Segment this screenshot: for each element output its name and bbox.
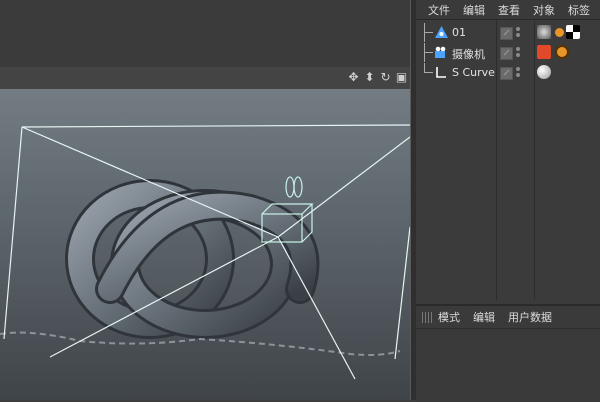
menu-objects[interactable]: 对象 [533, 2, 555, 18]
viewport-top-area [0, 0, 410, 68]
menu-edit[interactable]: 编辑 [473, 309, 495, 325]
camera-icon [435, 46, 446, 58]
visibility-toggle[interactable] [500, 27, 513, 40]
viewport-scene [0, 124, 410, 380]
object-list: 01 摄像机 S Curve [416, 20, 600, 300]
viewport-header: ✥ ⬍ ↻ ▣ [0, 67, 410, 89]
object-name: S Curve [452, 66, 495, 79]
menu-edit[interactable]: 编辑 [463, 2, 485, 18]
menu-user-data[interactable]: 用户数据 [508, 309, 552, 325]
sphere-material-tag-icon[interactable] [537, 65, 551, 79]
object-row[interactable]: 摄像机 [416, 43, 600, 62]
menu-tags[interactable]: 标签 [568, 2, 590, 18]
protection-tag-icon[interactable] [537, 45, 551, 59]
object-name: 01 [452, 26, 466, 39]
checker-tag-icon[interactable] [566, 25, 580, 39]
target-tag-icon[interactable] [555, 45, 569, 59]
attribute-manager-panel: 模式 编辑 用户数据 [416, 304, 600, 402]
menu-file[interactable]: 文件 [428, 2, 450, 18]
visibility-toggle[interactable] [500, 67, 513, 80]
attribute-manager-menubar: 模式 编辑 用户数据 [416, 306, 600, 329]
material-tag-icon[interactable] [537, 25, 551, 39]
render-dots[interactable] [516, 67, 522, 79]
render-dots[interactable] [516, 27, 522, 39]
spline-icon [436, 67, 446, 78]
column-separator [534, 20, 535, 300]
object-manager-panel: 文件 编辑 查看 对象 标签 01 摄像机 S Curve 模式 编辑 用户数据 [416, 0, 600, 402]
object-manager-menubar: 文件 编辑 查看 对象 标签 [416, 0, 600, 20]
column-separator [496, 20, 497, 300]
grip-icon[interactable] [422, 311, 432, 323]
move-view-icon[interactable]: ✥ [347, 70, 360, 84]
menu-mode[interactable]: 模式 [438, 309, 460, 325]
rotate-view-icon[interactable]: ↻ [379, 70, 392, 84]
render-dots[interactable] [516, 47, 522, 59]
3d-viewport[interactable] [0, 89, 410, 400]
cloner-icon [435, 26, 448, 38]
visibility-toggle[interactable] [500, 47, 513, 60]
object-row[interactable]: 01 [416, 23, 600, 42]
object-name: 摄像机 [452, 48, 485, 61]
menu-view[interactable]: 查看 [498, 2, 520, 18]
object-row[interactable]: S Curve [416, 63, 600, 82]
tag-dot-icon[interactable] [555, 28, 564, 37]
maximize-view-icon[interactable]: ▣ [395, 70, 408, 84]
dolly-view-icon[interactable]: ⬍ [363, 70, 376, 84]
